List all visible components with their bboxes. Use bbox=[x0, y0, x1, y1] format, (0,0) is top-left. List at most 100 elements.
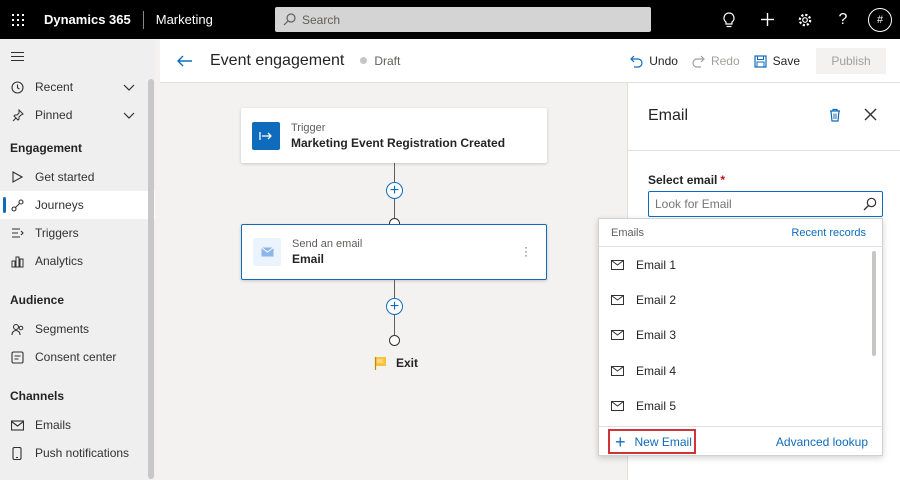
sidebar-item-analytics[interactable]: Analytics bbox=[0, 247, 155, 275]
arrow-left-icon bbox=[177, 55, 192, 66]
close-icon bbox=[864, 108, 877, 121]
sidebar-scrollbar[interactable] bbox=[148, 79, 154, 479]
sidebar-item-label: Analytics bbox=[35, 254, 84, 268]
plus-icon: + bbox=[389, 181, 400, 199]
add-step-button[interactable]: + bbox=[386, 182, 403, 199]
brand-name[interactable]: Dynamics 365 bbox=[36, 12, 143, 27]
status-badge: Draft bbox=[360, 54, 400, 68]
sidebar-item-pinned[interactable]: Pinned bbox=[0, 101, 155, 129]
list-item-label: Email 4 bbox=[636, 363, 677, 378]
sidebar-item-triggers[interactable]: Triggers bbox=[0, 219, 155, 247]
field-label-text: Select email bbox=[648, 173, 718, 187]
redo-label: Redo bbox=[710, 54, 740, 68]
sidebar-item-get-started[interactable]: Get started bbox=[0, 163, 155, 191]
mail-icon bbox=[611, 330, 624, 341]
email-lookup-input[interactable] bbox=[655, 197, 855, 211]
settings-button[interactable] bbox=[786, 0, 824, 39]
list-item[interactable]: Email 5 bbox=[599, 389, 882, 424]
sidebar-item-label: Consent center bbox=[35, 350, 117, 364]
back-button[interactable] bbox=[160, 55, 210, 67]
avatar[interactable]: # bbox=[868, 7, 892, 32]
dropdown-scrollbar[interactable] bbox=[872, 251, 876, 356]
list-item-label: Email 1 bbox=[636, 257, 677, 272]
sidebar-item-label: Emails bbox=[35, 418, 72, 432]
search-placeholder: Search bbox=[302, 12, 341, 27]
trash-icon bbox=[830, 108, 840, 122]
redo-button[interactable]: Redo bbox=[692, 54, 740, 68]
list-item-label: Email 2 bbox=[636, 293, 677, 308]
email-step-name: Email bbox=[292, 252, 325, 266]
add-step-button[interactable]: + bbox=[386, 298, 403, 315]
redo-icon bbox=[692, 55, 705, 68]
sidebar-item-consent-center[interactable]: Consent center bbox=[0, 343, 155, 371]
sidebar-item-journeys[interactable]: Journeys bbox=[0, 191, 155, 219]
hamburger-button[interactable] bbox=[0, 39, 155, 73]
sidebar-item-push-notifications[interactable]: Push notifications bbox=[0, 439, 155, 467]
save-icon bbox=[754, 54, 767, 68]
gear-icon bbox=[798, 13, 812, 26]
delete-button[interactable] bbox=[829, 108, 841, 125]
list-item[interactable]: Email 2 bbox=[599, 282, 882, 317]
close-button[interactable] bbox=[864, 108, 877, 124]
list-item[interactable]: Email 1 bbox=[599, 247, 882, 282]
list-item[interactable]: Email 3 bbox=[599, 318, 882, 353]
sidebar-item-emails[interactable]: Emails bbox=[0, 411, 155, 439]
waffle-icon bbox=[12, 13, 24, 26]
trigger-icon bbox=[252, 121, 280, 150]
email-results-list: Email 1 Email 2 Email 3 Email 4 Email 5 bbox=[599, 247, 882, 424]
journey-icon bbox=[10, 198, 24, 212]
required-marker: * bbox=[720, 173, 726, 187]
connector-node bbox=[389, 335, 400, 346]
plus-icon bbox=[760, 13, 774, 26]
save-button[interactable]: Save bbox=[754, 54, 800, 68]
search-icon bbox=[283, 13, 296, 26]
trigger-icon bbox=[10, 226, 24, 240]
global-search-input[interactable]: Search bbox=[275, 7, 651, 32]
publish-button[interactable]: Publish bbox=[816, 48, 886, 74]
exit-label: Exit bbox=[396, 356, 419, 370]
undo-button[interactable]: Undo bbox=[630, 54, 678, 68]
sidebar-item-label: Push notifications bbox=[35, 446, 130, 460]
send-email-card[interactable]: Send an email Email · · · bbox=[241, 224, 547, 280]
group-title-channels: Channels bbox=[10, 389, 65, 403]
sidebar-item-segments[interactable]: Segments bbox=[0, 315, 155, 343]
journey-canvas[interactable]: Trigger Marketing Event Registration Cre… bbox=[160, 83, 627, 480]
sidebar-item-label: Journeys bbox=[35, 198, 84, 212]
phone-icon bbox=[10, 446, 24, 460]
pin-icon bbox=[10, 108, 24, 122]
trigger-card[interactable]: Trigger Marketing Event Registration Cre… bbox=[241, 108, 547, 163]
more-options-icon[interactable]: · · · bbox=[524, 241, 528, 261]
page-header: Event engagement Draft Undo Redo Save Pu… bbox=[160, 39, 900, 83]
sidebar-item-recent[interactable]: Recent bbox=[0, 73, 155, 101]
plus-icon: + bbox=[389, 297, 400, 315]
lightbulb-button[interactable] bbox=[710, 0, 748, 39]
new-email-button[interactable]: + New Email bbox=[608, 429, 696, 454]
mail-icon bbox=[611, 401, 624, 412]
app-name[interactable]: Marketing bbox=[144, 12, 213, 27]
app-launcher-button[interactable] bbox=[0, 0, 36, 39]
sidebar-item-label: Pinned bbox=[35, 108, 73, 122]
sidebar: Recent Pinned Engagement Get started Jou… bbox=[0, 39, 155, 480]
consent-icon bbox=[10, 350, 24, 364]
question-icon: ? bbox=[838, 10, 848, 28]
sidebar-item-label: Get started bbox=[35, 170, 95, 184]
trigger-type-label: Trigger bbox=[291, 121, 326, 134]
recent-records-link[interactable]: Recent records bbox=[791, 227, 866, 239]
list-item-label: Email 5 bbox=[636, 399, 677, 414]
flag-icon bbox=[374, 357, 386, 370]
chevron-down-icon bbox=[123, 109, 135, 123]
email-lookup-field[interactable] bbox=[648, 191, 883, 217]
search-icon[interactable] bbox=[863, 197, 877, 211]
email-step-type-label: Send an email bbox=[292, 238, 363, 250]
undo-label: Undo bbox=[649, 54, 678, 68]
sidebar-item-label: Recent bbox=[35, 80, 74, 94]
help-button[interactable]: ? bbox=[824, 0, 862, 39]
mail-icon bbox=[611, 259, 624, 270]
email-lookup-dropdown: Emails Recent records Email 1 Email 2 Em… bbox=[598, 218, 883, 456]
new-button[interactable] bbox=[748, 0, 786, 39]
dropdown-header-label: Emails bbox=[611, 226, 645, 239]
save-label: Save bbox=[772, 54, 800, 68]
advanced-lookup-link[interactable]: Advanced lookup bbox=[776, 435, 868, 449]
list-item[interactable]: Email 4 bbox=[599, 353, 882, 388]
lightbulb-icon bbox=[723, 11, 735, 27]
